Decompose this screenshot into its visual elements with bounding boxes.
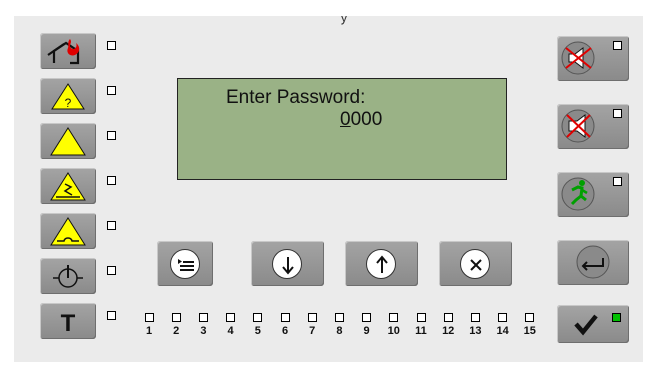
confirm-led [612, 313, 621, 322]
buzzer-silence-led [613, 41, 622, 50]
fault-led [107, 86, 116, 95]
zone-led [280, 313, 290, 322]
zone-number: 7 [309, 325, 316, 337]
evacuate-key[interactable] [557, 172, 629, 217]
zone-number: 3 [200, 325, 207, 337]
zone-number: 9 [363, 325, 370, 337]
close-icon [470, 259, 482, 271]
zone-number: 14 [496, 325, 509, 337]
zone-led [171, 313, 181, 322]
zone-number: 11 [415, 325, 427, 337]
back-arrow-icon [576, 245, 610, 279]
zone-led [198, 313, 208, 322]
zone-number: 12 [442, 325, 455, 337]
lcd-line-2: 0000 [340, 109, 382, 131]
checkmark-icon [574, 314, 598, 336]
svg-text:T: T [61, 310, 76, 337]
header-fragment: y [340, 16, 348, 25]
lcd-digits: 000 [350, 109, 383, 130]
warning-question-icon: ? [51, 83, 85, 110]
menu-button[interactable] [157, 241, 213, 286]
power-fault-key[interactable] [40, 168, 116, 204]
zone-number: 13 [469, 325, 482, 337]
down-button[interactable] [251, 241, 324, 286]
power-test-icon [53, 265, 83, 288]
fire-alarm-led [107, 41, 116, 50]
svg-text:?: ? [65, 96, 72, 110]
zone-11: 11 [414, 309, 428, 337]
zone-led [362, 313, 372, 322]
zone-led [226, 313, 236, 322]
warning-key[interactable] [40, 123, 116, 159]
zone-14: 14 [496, 309, 510, 337]
down-button-face [272, 249, 302, 279]
fire-alarm-key[interactable] [40, 33, 116, 69]
zone-13: 13 [468, 309, 482, 337]
zone-led [470, 313, 480, 322]
zone-12: 12 [441, 309, 455, 337]
zone-7: 7 [305, 309, 319, 337]
test-led [107, 266, 116, 275]
up-arrow-icon [376, 255, 388, 273]
power-fault-led [107, 176, 116, 185]
zone-1: 1 [142, 309, 156, 337]
siren-silence-key[interactable] [557, 104, 629, 149]
up-button-face [366, 249, 396, 279]
t-led [107, 311, 116, 320]
zone-led [443, 313, 453, 322]
zone-led [389, 313, 399, 322]
lcd-cursor-digit: 0 [340, 109, 351, 130]
zone-number: 6 [281, 325, 289, 337]
warning-triangle-icon [50, 127, 86, 156]
zone-number: 4 [227, 325, 234, 337]
lcd-display: Enter Password: 0000 [177, 78, 507, 180]
zone-led [525, 313, 535, 322]
cancel-button-face [460, 249, 490, 279]
zone-2: 2 [169, 309, 183, 337]
menu-icon [178, 259, 194, 271]
zone-4: 4 [224, 309, 238, 337]
zone-number: 8 [336, 325, 343, 337]
up-button[interactable] [345, 241, 418, 286]
zone-6: 6 [278, 309, 292, 337]
disable-led [107, 221, 116, 230]
zone-number: 1 [145, 325, 153, 337]
zone-number: 5 [254, 325, 261, 337]
test-key[interactable] [40, 258, 116, 294]
zone-8: 8 [332, 309, 346, 337]
zone-led [498, 313, 508, 322]
house-fire-icon [47, 39, 80, 65]
siren-silence-led [613, 109, 622, 118]
t-key[interactable]: T [40, 303, 116, 339]
buzzer-silence-key[interactable] [557, 36, 629, 81]
back-key[interactable] [557, 240, 629, 285]
evacuate-led [613, 177, 622, 186]
zone-led [253, 313, 263, 322]
lcd-line-1: Enter Password: [226, 87, 366, 108]
down-arrow-icon [282, 257, 294, 275]
zone-led [334, 313, 344, 322]
zone-number: 2 [173, 325, 180, 337]
cancel-button[interactable] [439, 241, 512, 286]
disable-key[interactable] [40, 213, 116, 249]
warning-lightning-icon [50, 172, 86, 201]
zone-number: 10 [387, 325, 400, 337]
control-panel: y ? T Enter Password: 0000 1 2 3 4 5 6 7… [14, 16, 643, 362]
zone-number: 15 [523, 325, 536, 337]
letter-t-icon: T [61, 310, 76, 337]
zone-5: 5 [251, 309, 265, 337]
confirm-key[interactable] [557, 305, 629, 343]
zone-led [416, 313, 426, 322]
zone-led [307, 313, 317, 322]
zone-10: 10 [387, 309, 401, 337]
warning-led [107, 131, 116, 140]
zone-3: 3 [196, 309, 210, 337]
fault-key[interactable]: ? [40, 78, 116, 114]
zone-9: 9 [360, 309, 374, 337]
zone-led [144, 313, 154, 322]
zone-15: 15 [523, 309, 537, 337]
warning-disabled-icon [50, 217, 86, 246]
menu-button-face [170, 249, 200, 279]
